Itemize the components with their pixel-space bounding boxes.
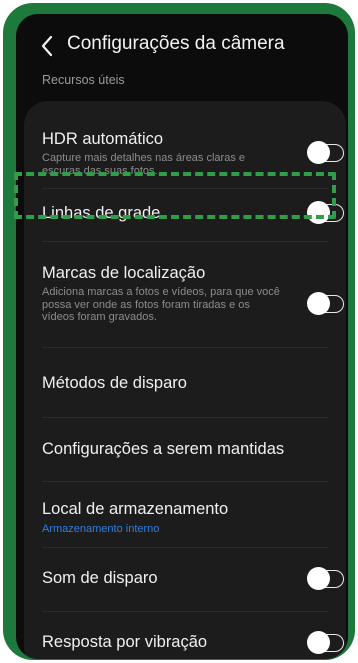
setting-label: Métodos de disparo (42, 374, 187, 392)
setting-shooting-methods[interactable]: Métodos de disparo (24, 348, 346, 416)
setting-storage-location[interactable]: Local de armazenamento Armazenamento int… (24, 482, 346, 546)
setting-description: Adiciona marcas a fotos e vídeos, para q… (42, 286, 280, 323)
auto-hdr-toggle[interactable] (307, 141, 344, 164)
setting-label: Local de armazenamento (42, 500, 229, 518)
toggle-knob (307, 631, 330, 654)
toggle-knob (307, 141, 330, 164)
location-tags-toggle[interactable] (307, 292, 344, 315)
setting-label: Configurações a serem mantidas (42, 440, 285, 458)
chevron-left-icon[interactable] (38, 34, 56, 58)
device-frame: Configurações da câmera Recursos úteis H… (3, 3, 355, 660)
setting-label: HDR automático (42, 130, 164, 148)
setting-label: Marcas de localização (42, 264, 206, 282)
setting-location-tags[interactable]: Marcas de localização Adiciona marcas a … (24, 242, 346, 346)
setting-value: Armazenamento interno (42, 523, 160, 535)
setting-label: Som de disparo (42, 569, 158, 587)
setting-settings-to-keep[interactable]: Configurações a serem mantidas (24, 418, 346, 480)
setting-label: Resposta por vibração (42, 633, 208, 651)
page-title: Configurações da câmera (67, 33, 285, 54)
grid-lines-highlight (14, 172, 336, 219)
toggle-knob (307, 567, 330, 590)
toggle-knob (307, 292, 330, 315)
setting-shutter-sound[interactable]: Som de disparo (24, 548, 346, 610)
shutter-sound-toggle[interactable] (307, 567, 344, 590)
settings-screen: Configurações da câmera Recursos úteis H… (16, 14, 348, 659)
section-label: Recursos úteis (42, 73, 125, 87)
vibration-feedback-toggle[interactable] (307, 631, 344, 654)
header: Configurações da câmera (16, 14, 348, 72)
setting-vibration-feedback[interactable]: Resposta por vibração (24, 612, 346, 659)
